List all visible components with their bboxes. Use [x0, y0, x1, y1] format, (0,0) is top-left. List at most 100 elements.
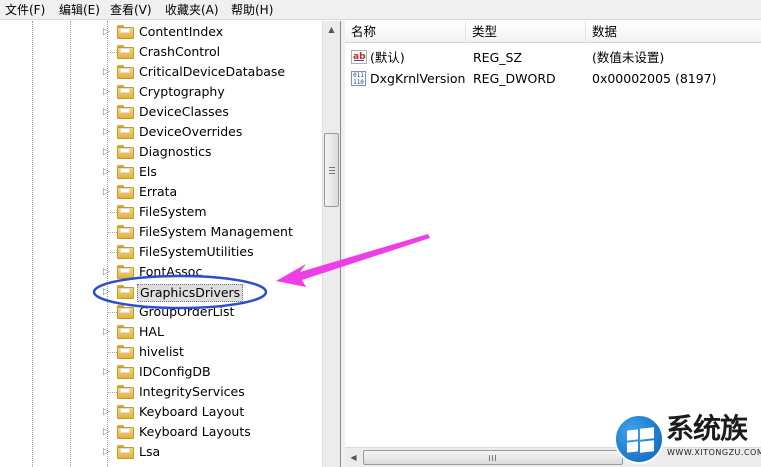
tree-item[interactable]: FileSystem	[0, 202, 322, 222]
folder-icon	[117, 285, 134, 299]
expand-arrow-icon[interactable]: ▷	[103, 27, 111, 37]
tree-item-label: FileSystemUtilities	[139, 244, 254, 259]
tree-item-label: ContentIndex	[139, 24, 224, 39]
tree-item-label: FileSystem Management	[139, 224, 293, 239]
expand-arrow-icon[interactable]: ▷	[103, 167, 111, 177]
tree-item-label: CrashControl	[139, 44, 221, 59]
scroll-up-arrow-icon[interactable]: ▲	[323, 21, 340, 38]
tree-item[interactable]: ▷ Diagnostics	[0, 142, 322, 162]
folder-icon	[117, 25, 134, 39]
expand-arrow-icon[interactable]: ▷	[103, 327, 111, 337]
tree-item-label: FileSystem	[139, 204, 207, 219]
tree-item[interactable]: ▷ Lsa	[0, 442, 322, 462]
tree-item[interactable]: ▷ ContentIndex	[0, 22, 322, 42]
folder-icon	[117, 345, 134, 359]
watermark-brand: 系统族	[666, 412, 748, 445]
folder-icon	[117, 145, 134, 159]
value-row[interactable]: 011 110 DxgKrnlVersion REG_DWORD 0x000020…	[345, 68, 761, 89]
value-type: REG_SZ	[473, 50, 523, 65]
tree-item-label: Keyboard Layout	[139, 404, 245, 419]
folder-icon	[117, 105, 134, 119]
value-data: (数值未设置)	[592, 50, 665, 65]
tree-item-label: Lsa	[139, 444, 161, 459]
tree-item[interactable]: CrashControl	[0, 42, 322, 62]
tree-item[interactable]: FileSystem Management	[0, 222, 322, 242]
binary-value-icon: 011 110	[351, 71, 366, 86]
expand-arrow-icon[interactable]: ▷	[103, 107, 111, 117]
folder-icon	[117, 265, 134, 279]
tree-item-label: GraphicsDrivers	[137, 284, 244, 302]
tree-item[interactable]: ▷ IDConfigDB	[0, 362, 322, 382]
tree-item-label: DeviceClasses	[139, 104, 229, 119]
value-name: DxgKrnlVersion	[370, 71, 466, 86]
menu-help[interactable]: 帮助(H)	[231, 3, 273, 18]
value-data: 0x00002005 (8197)	[592, 71, 717, 86]
expand-arrow-icon[interactable]: ▷	[103, 407, 111, 417]
grip-line	[492, 455, 493, 461]
tree-item[interactable]: ▷ Errata	[0, 182, 322, 202]
column-data-header[interactable]: 数据	[586, 21, 761, 43]
tree-item[interactable]: ▷ GraphicsDrivers	[0, 282, 322, 302]
registry-values-list[interactable]: 名称 类型 数据 ab (默认) REG_SZ (数值未设置) 011 110 D…	[345, 21, 761, 467]
tree-item[interactable]: ▷ Cryptography	[0, 82, 322, 102]
list-header: 名称 类型 数据	[345, 21, 761, 43]
scroll-left-arrow-icon[interactable]: ◀	[345, 448, 362, 467]
menu-edit[interactable]: 编辑(E)	[59, 3, 100, 18]
tree-item[interactable]: ▷ Keyboard Layout	[0, 402, 322, 422]
menu-bar: 文件(F) 编辑(E) 查看(V) 收藏夹(A) 帮助(H)	[0, 0, 761, 20]
expand-arrow-icon[interactable]: ▷	[103, 267, 111, 277]
tree-connector	[107, 312, 117, 313]
value-row[interactable]: ab (默认) REG_SZ (数值未设置)	[345, 47, 761, 68]
expand-arrow-icon[interactable]: ▷	[103, 367, 111, 377]
column-type-header[interactable]: 类型	[466, 21, 586, 43]
menu-file[interactable]: 文件(F)	[5, 3, 45, 18]
tree-item[interactable]: ▷ CriticalDeviceDatabase	[0, 62, 322, 82]
tree-item-label: Keyboard Layouts	[139, 424, 251, 439]
tree-item-label: Els	[139, 164, 157, 179]
tree-item-label: Cryptography	[139, 84, 225, 99]
tree-item[interactable]: ▷ HAL	[0, 322, 322, 342]
tree-vertical-scrollbar[interactable]: ▲	[322, 21, 340, 467]
values-scroll-thumb[interactable]	[363, 450, 623, 465]
grip-line	[489, 455, 490, 461]
expand-arrow-icon[interactable]: ▷	[103, 287, 111, 297]
registry-key-tree[interactable]: ▷ ContentIndex CrashControl ▷ CriticalDevice…	[0, 21, 341, 467]
tree-item[interactable]: ▷ DeviceOverrides	[0, 122, 322, 142]
expand-arrow-icon[interactable]: ▷	[103, 127, 111, 137]
site-watermark: 系统族 WWW.XITONGZU.COM	[612, 412, 761, 467]
tree-item-label: HAL	[139, 324, 164, 339]
menu-view[interactable]: 查看(V)	[110, 3, 152, 18]
tree-item[interactable]: ▷ Els	[0, 162, 322, 182]
expand-arrow-icon[interactable]: ▷	[103, 67, 111, 77]
expand-arrow-icon[interactable]: ▷	[103, 147, 111, 157]
tree-item-label: hivelist	[139, 344, 184, 359]
tree-item[interactable]: IntegrityServices	[0, 382, 322, 402]
tree-item-label: Diagnostics	[139, 144, 212, 159]
tree-item-label: FontAssoc	[139, 264, 203, 279]
tree-connector	[107, 352, 117, 353]
expand-arrow-icon[interactable]: ▷	[103, 427, 111, 437]
folder-icon	[117, 325, 134, 339]
folder-icon	[117, 45, 134, 59]
tree-item[interactable]: FileSystemUtilities	[0, 242, 322, 262]
column-name-header[interactable]: 名称	[345, 21, 466, 43]
tree-item[interactable]: GroupOrderList	[0, 302, 322, 322]
tree-item[interactable]: ▷ Keyboard Layouts	[0, 422, 322, 442]
folder-icon	[117, 385, 134, 399]
tree-item[interactable]: ▷ FontAssoc	[0, 262, 322, 282]
expand-arrow-icon[interactable]: ▷	[103, 87, 111, 97]
folder-icon	[117, 425, 134, 439]
folder-icon	[117, 165, 134, 179]
tree-item[interactable]: hivelist	[0, 342, 322, 362]
tree-connector	[107, 252, 117, 253]
windows-logo-icon	[614, 414, 664, 464]
grip-line	[329, 173, 335, 174]
tree-item[interactable]: ▷ DeviceClasses	[0, 102, 322, 122]
value-type: REG_DWORD	[473, 71, 556, 86]
tree-scroll-thumb[interactable]	[324, 133, 339, 207]
menu-favorites[interactable]: 收藏夹(A)	[165, 3, 219, 18]
expand-arrow-icon[interactable]: ▷	[103, 187, 111, 197]
tree-item-label: IntegrityServices	[139, 384, 245, 399]
folder-icon	[117, 205, 134, 219]
expand-arrow-icon[interactable]: ▷	[103, 447, 111, 457]
